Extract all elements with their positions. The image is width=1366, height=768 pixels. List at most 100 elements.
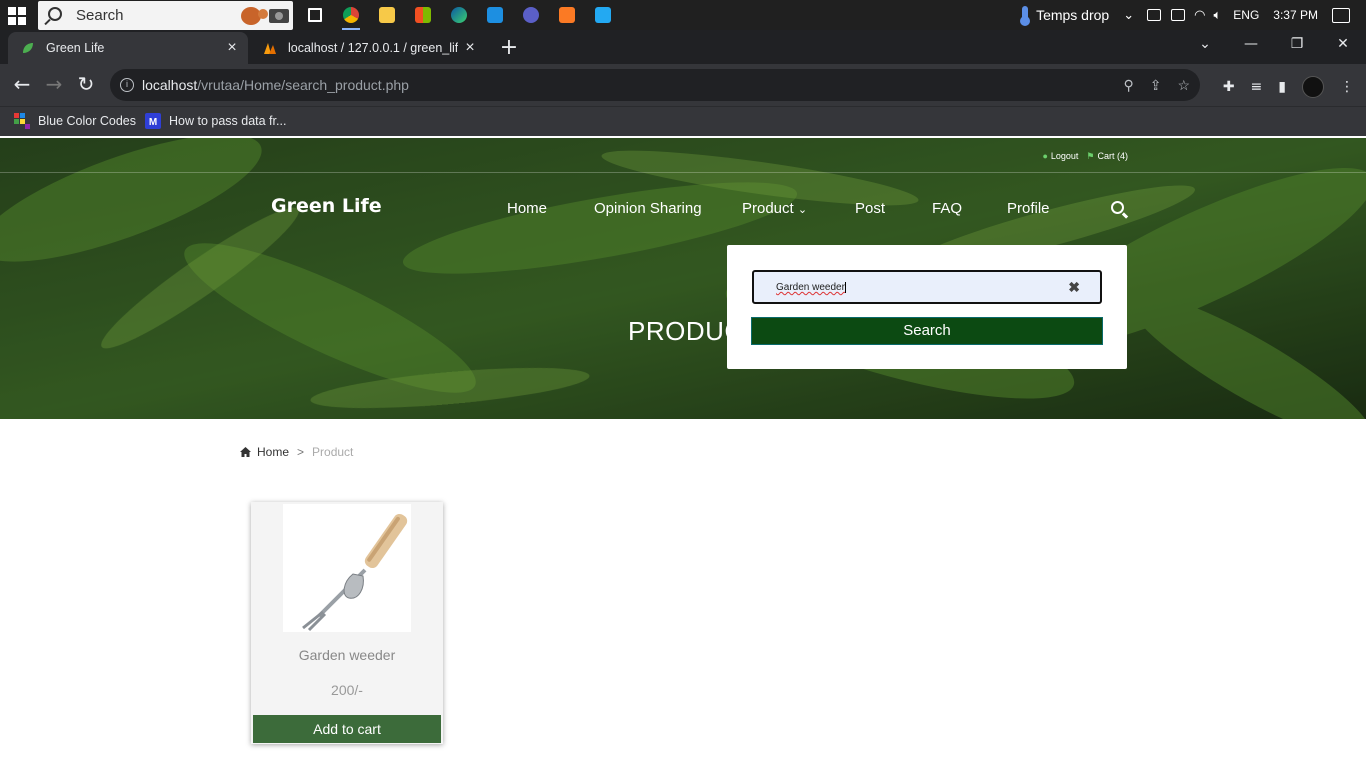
url-host: localhost	[142, 77, 198, 93]
extensions-icon[interactable]: ✚	[1223, 79, 1235, 95]
search-input[interactable]: Garden weeder ✖	[752, 270, 1102, 304]
search-button[interactable]: Search	[751, 317, 1103, 345]
medium-m-icon: M	[145, 113, 161, 129]
cart-icon: ⚑	[1086, 151, 1095, 161]
tab-title: Green Life	[46, 41, 105, 55]
home-icon	[240, 447, 251, 457]
side-panel-icon[interactable]: ▮	[1278, 79, 1286, 95]
forward-icon[interactable]: →	[43, 74, 65, 96]
nav-home[interactable]: Home	[507, 200, 547, 217]
clock[interactable]: 3:37 PM	[1273, 8, 1318, 22]
chrome-icon[interactable]	[336, 4, 366, 30]
address-bar[interactable]: i localhost/vrutaa/Home/search_product.p…	[110, 69, 1200, 101]
bookmark-blue-color-codes[interactable]: Blue Color Codes	[14, 113, 136, 129]
search-icon[interactable]	[1111, 201, 1124, 214]
leaf-favicon-icon	[23, 43, 33, 53]
bookmark-label: How to pass data fr...	[169, 114, 287, 128]
nav-post[interactable]: Post	[855, 200, 885, 217]
site-info-icon[interactable]: i	[120, 78, 134, 92]
fern-background-image	[0, 138, 1366, 419]
search-icon	[48, 7, 62, 21]
share-icon[interactable]: ⇪	[1150, 77, 1162, 94]
user-icon: ●	[1042, 151, 1048, 161]
battery-icon[interactable]	[1171, 9, 1186, 21]
taskbar-search[interactable]: Search	[38, 1, 293, 30]
media-controls-icon[interactable]: ≡	[1251, 79, 1263, 95]
nav-profile[interactable]: Profile	[1007, 200, 1050, 217]
squirrel-illustration-icon	[241, 7, 289, 25]
hero-banner: ● Logout ⚑ Cart (4) Green Life Home Opinio…	[0, 138, 1366, 419]
language-indicator[interactable]: ENG	[1233, 8, 1259, 22]
edge-icon[interactable]	[444, 4, 474, 26]
breadcrumb-current: Product	[312, 445, 354, 459]
chevron-down-icon: ⌄	[797, 204, 808, 216]
bookmark-label: Blue Color Codes	[38, 114, 136, 128]
url-text: localhost/vrutaa/Home/search_product.php	[142, 77, 409, 93]
product-name[interactable]: Garden weeder	[251, 647, 443, 663]
main-nav: Home Opinion Sharing Product ⌄ Post FAQ …	[0, 200, 1366, 224]
add-to-cart-button[interactable]: Add to cart	[253, 715, 441, 743]
nav-opinion-sharing[interactable]: Opinion Sharing	[594, 200, 702, 217]
menu-kebab-icon[interactable]: ⋮	[1340, 79, 1354, 95]
device-icon[interactable]	[1147, 9, 1162, 21]
mail-icon[interactable]	[480, 4, 510, 26]
windows-taskbar: Search Temps drop ⌄ ◠ 🔈︎ ENG 3:37 PM	[0, 0, 1366, 30]
search-input-value: Garden weeder	[776, 282, 846, 293]
garden-weeder-image	[302, 513, 408, 632]
taskbar-search-label: Search	[76, 7, 124, 24]
start-icon[interactable]	[8, 7, 26, 25]
store-icon[interactable]	[408, 4, 438, 26]
xampp-icon[interactable]	[552, 4, 582, 26]
new-tab-button[interactable]: +	[496, 36, 522, 62]
browser-toolbar: ← → ↻ i localhost/vrutaa/Home/search_pro…	[0, 64, 1366, 106]
minimize-icon[interactable]: —	[1228, 30, 1274, 60]
product-card[interactable]: Garden weeder 200/- Add to cart	[251, 502, 443, 744]
logout-label: Logout	[1050, 151, 1079, 161]
vscode-icon[interactable]	[588, 4, 618, 26]
clear-search-icon[interactable]: ✖	[1068, 279, 1080, 296]
nav-product-label: Product	[742, 200, 794, 217]
tab-phpmyadmin[interactable]: localhost / 127.0.0.1 / green_life / ×	[250, 32, 486, 64]
zoom-icon[interactable]: ⚲	[1123, 77, 1133, 94]
nav-faq[interactable]: FAQ	[932, 200, 962, 217]
reload-icon[interactable]: ↻	[75, 74, 97, 96]
weather-widget[interactable]: Temps drop	[1020, 6, 1110, 26]
close-tab-icon[interactable]: ×	[220, 39, 244, 57]
url-path: /vrutaa/Home/search_product.php	[197, 77, 409, 93]
weather-text: Temps drop	[1036, 7, 1110, 23]
product-price: 200/-	[331, 682, 363, 698]
bookmark-star-icon[interactable]: ☆	[1177, 77, 1190, 94]
breadcrumb: Home > Product	[240, 445, 353, 459]
header-divider	[0, 172, 1366, 173]
bookmarks-bar: Blue Color Codes M How to pass data fr..…	[0, 106, 1366, 136]
tab-strip: Green Life × localhost / 127.0.0.1 / gre…	[0, 30, 1366, 64]
tab-search-chevron-icon[interactable]: ⌄	[1182, 30, 1228, 60]
file-explorer-icon[interactable]	[372, 4, 402, 26]
breadcrumb-separator: >	[297, 445, 305, 459]
notifications-icon[interactable]	[1332, 7, 1350, 23]
phpmyadmin-favicon-icon	[264, 43, 276, 54]
close-window-icon[interactable]: ✕	[1320, 30, 1366, 60]
task-view-icon[interactable]	[300, 4, 330, 26]
color-grid-icon	[14, 113, 30, 129]
cart-label: Cart (4)	[1097, 151, 1128, 161]
breadcrumb-home[interactable]: Home	[257, 445, 289, 459]
product-image[interactable]	[283, 504, 411, 632]
volume-icon[interactable]: 🔈︎	[1213, 7, 1221, 23]
tab-title: localhost / 127.0.0.1 / green_life /	[288, 41, 458, 55]
nav-product[interactable]: Product ⌄	[742, 200, 807, 217]
cart-link[interactable]: ⚑ Cart (4)	[1086, 151, 1128, 162]
profile-avatar[interactable]	[1302, 76, 1324, 98]
svg-text:M: M	[149, 117, 157, 128]
logout-link[interactable]: ● Logout	[1042, 151, 1078, 162]
web-page: ● Logout ⚑ Cart (4) Green Life Home Opinio…	[0, 138, 1366, 768]
restore-icon[interactable]: ❐	[1274, 30, 1320, 60]
chevron-up-icon[interactable]: ⌄	[1123, 7, 1134, 23]
bookmark-how-to-pass-data[interactable]: M How to pass data fr...	[145, 113, 286, 129]
media-icon[interactable]	[516, 4, 546, 26]
wifi-icon[interactable]: ◠	[1194, 7, 1205, 23]
search-popup: Garden weeder ✖ Search	[727, 245, 1127, 369]
tab-green-life[interactable]: Green Life ×	[8, 32, 248, 64]
back-icon[interactable]: ←	[11, 74, 33, 96]
close-tab-icon[interactable]: ×	[458, 39, 482, 57]
